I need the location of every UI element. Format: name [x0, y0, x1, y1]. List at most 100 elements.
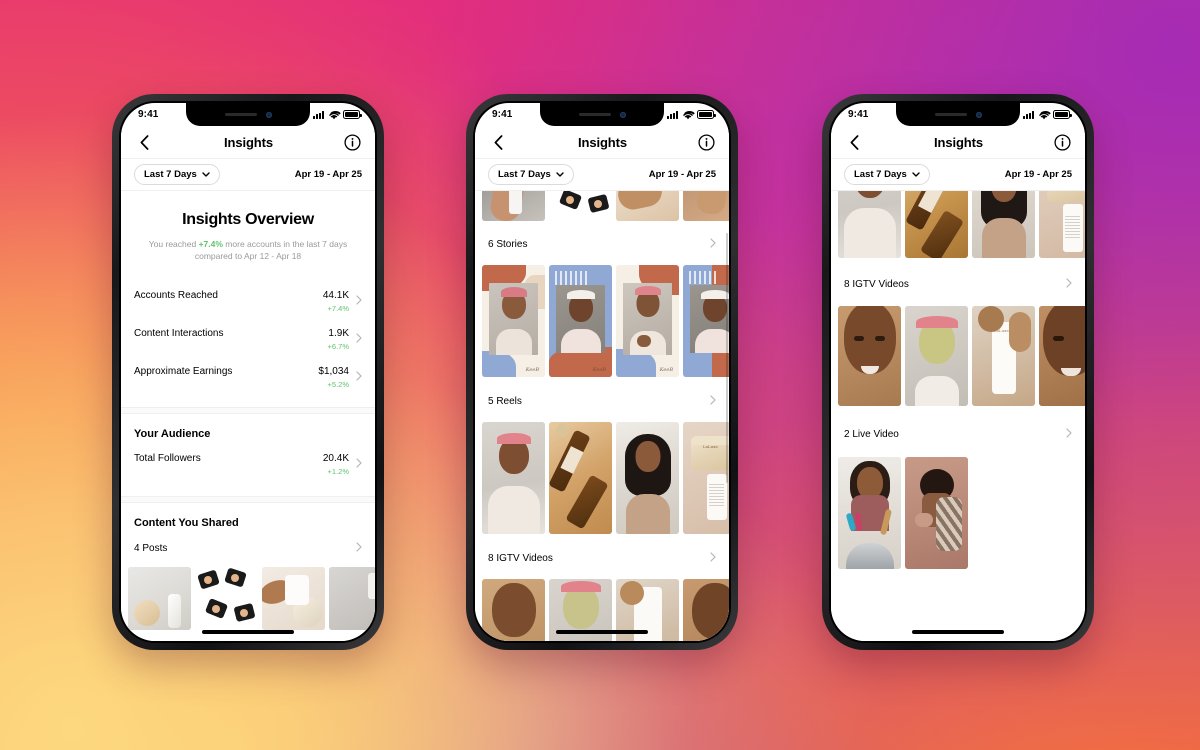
insights-scroll-body[interactable]: Insights Overview You reached +7.4% more…	[121, 191, 375, 641]
date-range-label: Last 7 Days	[144, 169, 197, 180]
reels-thumbnail-row[interactable]: LaLuxe	[475, 422, 729, 534]
content-shared-row[interactable]: 4 Posts	[121, 529, 375, 567]
metric-row[interactable]: Total Followers 20.4K +1.2%	[134, 440, 362, 478]
live-video-thumbnail[interactable]	[838, 457, 901, 569]
info-circle-icon[interactable]	[698, 133, 715, 151]
chevron-right-icon	[356, 368, 362, 386]
metric-row[interactable]: Approximate Earnings $1,034 +5.2%	[134, 353, 362, 391]
nav-bar: Insights	[121, 126, 375, 159]
reel-thumbnail[interactable]	[482, 422, 545, 534]
igtv-thumbnail[interactable]	[838, 306, 901, 406]
date-range-selector[interactable]: Last 7 Days	[488, 164, 574, 185]
metric-value: $1,034	[318, 365, 349, 377]
igtv-thumbnail[interactable]	[482, 579, 545, 641]
status-time: 9:41	[492, 109, 513, 120]
section-row-reels[interactable]: 5 Reels	[475, 377, 729, 422]
igtv-thumbnail[interactable]	[683, 579, 729, 641]
reel-thumbnail[interactable]	[838, 191, 901, 258]
story-signature: KeeB	[525, 367, 539, 373]
reels-thumbnail-row[interactable]: LaLuxe	[831, 191, 1085, 258]
reel-thumbnail[interactable]	[549, 422, 612, 534]
content-shared-label: 4 Posts	[134, 542, 168, 554]
reel-thumbnail[interactable]: LaLuxe	[1039, 191, 1085, 258]
live-video-thumbnail[interactable]	[905, 457, 968, 569]
metric-label: Approximate Earnings	[134, 365, 233, 377]
chevron-right-icon	[356, 292, 362, 310]
post-thumbnail[interactable]	[329, 566, 375, 630]
insights-scroll-body[interactable]: LaLuxe 8 IGTV Videos	[831, 191, 1085, 641]
post-thumbnail[interactable]	[482, 191, 545, 221]
post-thumbnail[interactable]	[549, 191, 612, 221]
nav-bar: Insights	[831, 126, 1085, 159]
story-thumbnail[interactable]: KeeB	[616, 265, 679, 377]
info-circle-icon[interactable]	[1054, 133, 1071, 151]
section-label: 6 Stories	[488, 239, 528, 250]
front-camera-icon	[265, 111, 272, 118]
story-thumbnail[interactable]: KeeB	[549, 265, 612, 377]
audience-heading: Your Audience	[134, 427, 211, 440]
post-thumbnail[interactable]	[128, 566, 191, 630]
info-circle-icon[interactable]	[344, 133, 361, 151]
post-thumbnail[interactable]	[616, 191, 679, 221]
section-label: 5 Reels	[488, 396, 522, 407]
section-row-igtv[interactable]: 8 IGTV Videos	[475, 534, 729, 579]
date-range-selector[interactable]: Last 7 Days	[844, 164, 930, 185]
section-row-live[interactable]: 2 Live Video	[831, 406, 1085, 457]
post-thumbnail[interactable]	[195, 566, 258, 630]
igtv-thumbnail-row[interactable]: LaLuxe	[831, 306, 1085, 406]
insights-scroll-body[interactable]: 6 Stories KeeB KeeB KeeB 5 Reels LaLuxe …	[475, 191, 729, 641]
filter-bar: Last 7 Days Apr 19 - Apr 25	[121, 159, 375, 191]
section-row-igtv[interactable]: 8 IGTV Videos	[831, 258, 1085, 306]
home-indicator	[912, 630, 1004, 634]
post-thumbnail[interactable]	[683, 191, 729, 221]
posts-thumbnail-row[interactable]	[475, 191, 729, 221]
posts-thumbnail-row[interactable]	[121, 566, 375, 630]
front-camera-icon	[975, 111, 982, 118]
metric-delta: +1.2%	[327, 466, 349, 476]
metric-label: Content Interactions	[134, 327, 224, 339]
igtv-thumbnail[interactable]	[1039, 306, 1085, 406]
chevron-right-icon	[710, 552, 716, 565]
chevron-down-icon	[912, 172, 920, 177]
reel-thumbnail[interactable]	[972, 191, 1035, 258]
date-range-label: Last 7 Days	[498, 169, 551, 180]
status-time: 9:41	[138, 109, 159, 120]
reel-thumbnail[interactable]	[905, 191, 968, 258]
metric-row[interactable]: Accounts Reached 44.1K +7.4%	[134, 277, 362, 315]
post-thumbnail[interactable]	[262, 566, 325, 630]
section-divider	[121, 495, 375, 503]
metric-delta: +6.7%	[327, 341, 349, 351]
story-thumbnail[interactable]: KeeB	[482, 265, 545, 377]
back-chevron-icon[interactable]	[489, 133, 507, 151]
chevron-right-icon	[356, 542, 362, 555]
filter-bar: Last 7 Days Apr 19 - Apr 25	[475, 159, 729, 191]
stories-thumbnail-row[interactable]: KeeB KeeB KeeB	[475, 265, 729, 377]
reel-thumbnail[interactable]	[616, 422, 679, 534]
chevron-down-icon	[556, 172, 564, 177]
phone-device-igtv-live: 9:41 Insights Last 7 Days Apr 19 - Apr 2…	[822, 94, 1094, 650]
date-range-text: Apr 19 - Apr 25	[648, 169, 716, 180]
live-thumbnail-row[interactable]	[831, 457, 1085, 569]
chevron-down-icon	[202, 172, 210, 177]
metric-label: Accounts Reached	[134, 289, 218, 301]
story-thumbnail[interactable]	[683, 265, 729, 377]
back-chevron-icon[interactable]	[845, 133, 863, 151]
cellular-signal-icon	[1023, 110, 1034, 119]
metric-value: 20.4K	[322, 452, 349, 464]
page-title: Insights	[933, 134, 984, 150]
back-chevron-icon[interactable]	[135, 133, 153, 151]
phone-mockup-stage: 9:41 Insights Last 7 Days Apr 19 - Apr 2…	[0, 0, 1200, 750]
nav-bar: Insights	[475, 126, 729, 159]
igtv-thumbnail[interactable]	[905, 306, 968, 406]
igtv-thumbnail[interactable]: LaLuxe	[972, 306, 1035, 406]
phone-device-overview: 9:41 Insights Last 7 Days Apr 19 - Apr 2…	[112, 94, 384, 650]
section-row-stories[interactable]: 6 Stories	[475, 221, 729, 265]
battery-full-icon	[343, 110, 362, 119]
chevron-right-icon	[1066, 428, 1072, 441]
device-notch	[540, 103, 664, 126]
vertical-scrollbar[interactable]	[725, 233, 728, 483]
reel-thumbnail[interactable]: LaLuxe	[683, 422, 729, 534]
metric-row[interactable]: Content Interactions 1.9K +6.7%	[134, 315, 362, 353]
date-range-text: Apr 19 - Apr 25	[1004, 169, 1072, 180]
date-range-selector[interactable]: Last 7 Days	[134, 164, 220, 185]
